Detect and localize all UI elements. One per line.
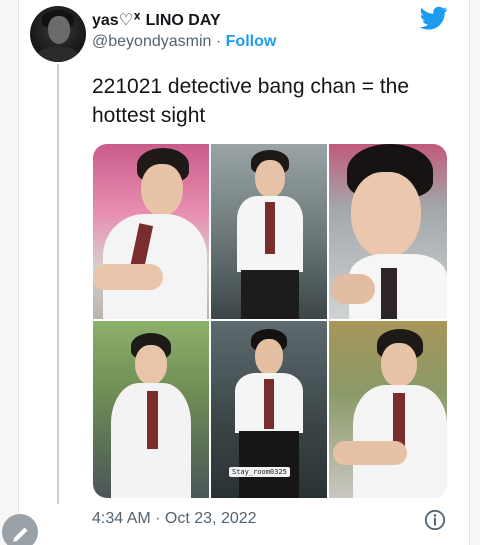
photo-2-face [255, 160, 285, 198]
photo-5-tie [264, 379, 274, 429]
avatar-shoulders [36, 46, 80, 62]
photo-2-pants [241, 270, 299, 319]
photo-4-tie [147, 391, 158, 449]
twitter-bird-icon[interactable] [420, 4, 448, 32]
photo-3[interactable] [329, 144, 447, 319]
tweet-timestamp[interactable]: 4:34 AM · Oct 23, 2022 [92, 510, 257, 528]
display-name[interactable]: yas♡ᕁ LINO DAY [92, 10, 221, 30]
photo-2[interactable] [211, 144, 327, 319]
photo-5-watermark: Stay_room0325 [229, 467, 290, 477]
photo-3-face [351, 172, 421, 258]
photo-1-arm [93, 264, 163, 290]
media-grid: Stay_room0325 [93, 144, 447, 498]
photo-1-face [141, 164, 183, 216]
info-icon[interactable] [424, 509, 446, 531]
photo-3-hand [331, 274, 375, 304]
tweet-text-line-1: 221021 detective bang chan = the [92, 75, 410, 98]
compose-icon [13, 527, 28, 542]
follow-button[interactable]: Follow [226, 33, 277, 50]
tweet-screen: yas♡ᕁ LINO DAY @beyondyasmin · Follow 22… [0, 0, 480, 545]
tweet-text: 221021 detective bang chan = the hottest… [92, 72, 452, 130]
photo-5-pants [239, 431, 299, 498]
compose-button[interactable] [2, 514, 38, 545]
handle-row: @beyondyasmin · Follow [92, 33, 276, 51]
photo-6-face [381, 343, 417, 387]
photo-5[interactable]: Stay_room0325 [211, 321, 327, 498]
photo-1[interactable] [93, 144, 209, 319]
photo-6-arm [333, 441, 407, 465]
tweet-text-line-2: hottest sight [92, 104, 206, 127]
thread-line [57, 64, 59, 504]
photo-4-face [135, 345, 167, 385]
photo-4[interactable] [93, 321, 209, 498]
handle[interactable]: @beyondyasmin [92, 33, 211, 50]
handle-separator: · [215, 33, 222, 50]
photo-2-tie [265, 202, 275, 254]
photo-5-face [255, 339, 283, 375]
photo-3-tie [381, 268, 397, 319]
photo-6[interactable] [329, 321, 447, 498]
avatar-face [48, 16, 70, 44]
avatar[interactable] [30, 6, 86, 62]
